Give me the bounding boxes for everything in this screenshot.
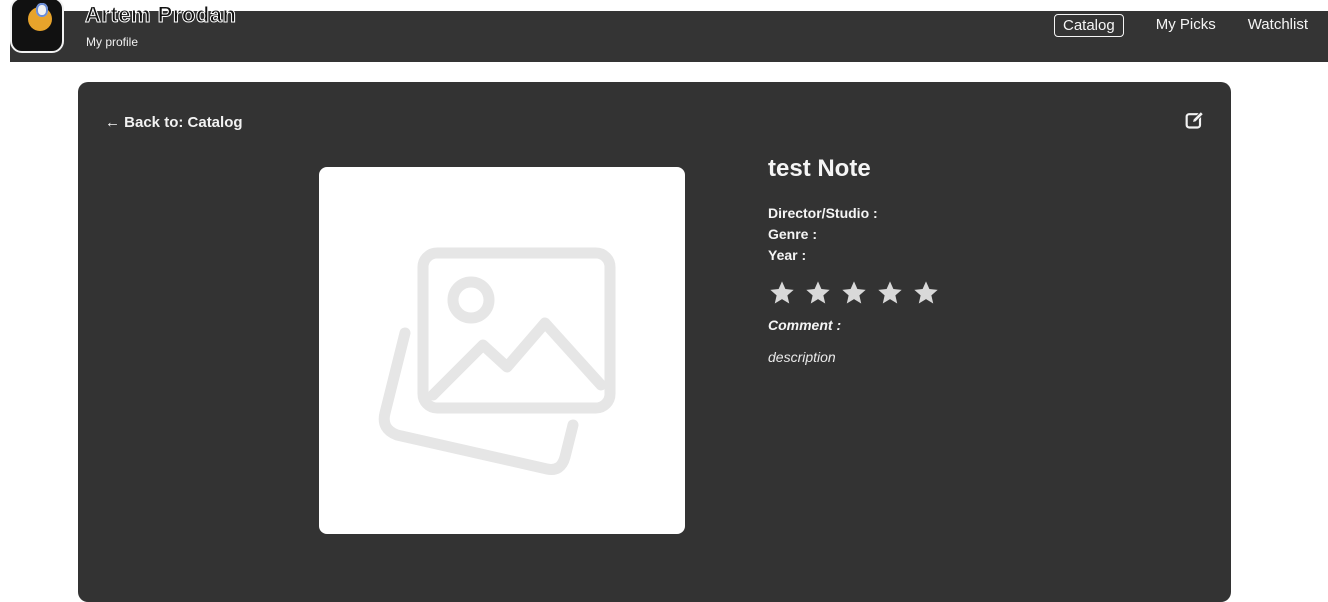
- avatar[interactable]: [10, 0, 64, 53]
- top-navbar: Artem Prodan My profile Catalog My Picks…: [10, 0, 1328, 62]
- comment-label: Comment :: [768, 317, 842, 333]
- detail-info: test Note Director/Studio : Genre : Year…: [768, 155, 1188, 365]
- nav-catalog[interactable]: Catalog: [1054, 13, 1124, 37]
- star-5-icon[interactable]: [912, 279, 940, 307]
- user-name[interactable]: Artem Prodan: [84, 2, 236, 28]
- main-nav: Catalog My Picks Watchlist: [1054, 11, 1308, 37]
- astronaut-graphic: [36, 3, 48, 17]
- comment-text: description: [768, 349, 836, 365]
- nav-watchlist[interactable]: Watchlist: [1248, 16, 1308, 33]
- genre-label: Genre :: [768, 226, 818, 242]
- star-1-icon[interactable]: [768, 279, 796, 307]
- edit-icon[interactable]: [1185, 110, 1205, 130]
- star-3-icon[interactable]: [840, 279, 868, 307]
- back-to-catalog-link[interactable]: ← Back to: Catalog: [105, 114, 243, 131]
- star-4-icon[interactable]: [876, 279, 904, 307]
- star-2-icon[interactable]: [804, 279, 832, 307]
- year-label: Year :: [768, 247, 807, 263]
- nav-my-picks[interactable]: My Picks: [1156, 16, 1216, 33]
- poster-image-placeholder: [319, 167, 685, 534]
- rating-stars: [768, 279, 1188, 307]
- detail-card: ← Back to: Catalog test Note Director/St…: [78, 82, 1231, 602]
- director-label: Director/Studio :: [768, 205, 878, 221]
- image-placeholder-icon: [378, 247, 616, 475]
- my-profile-link[interactable]: My profile: [86, 35, 138, 49]
- note-title: test Note: [768, 155, 871, 182]
